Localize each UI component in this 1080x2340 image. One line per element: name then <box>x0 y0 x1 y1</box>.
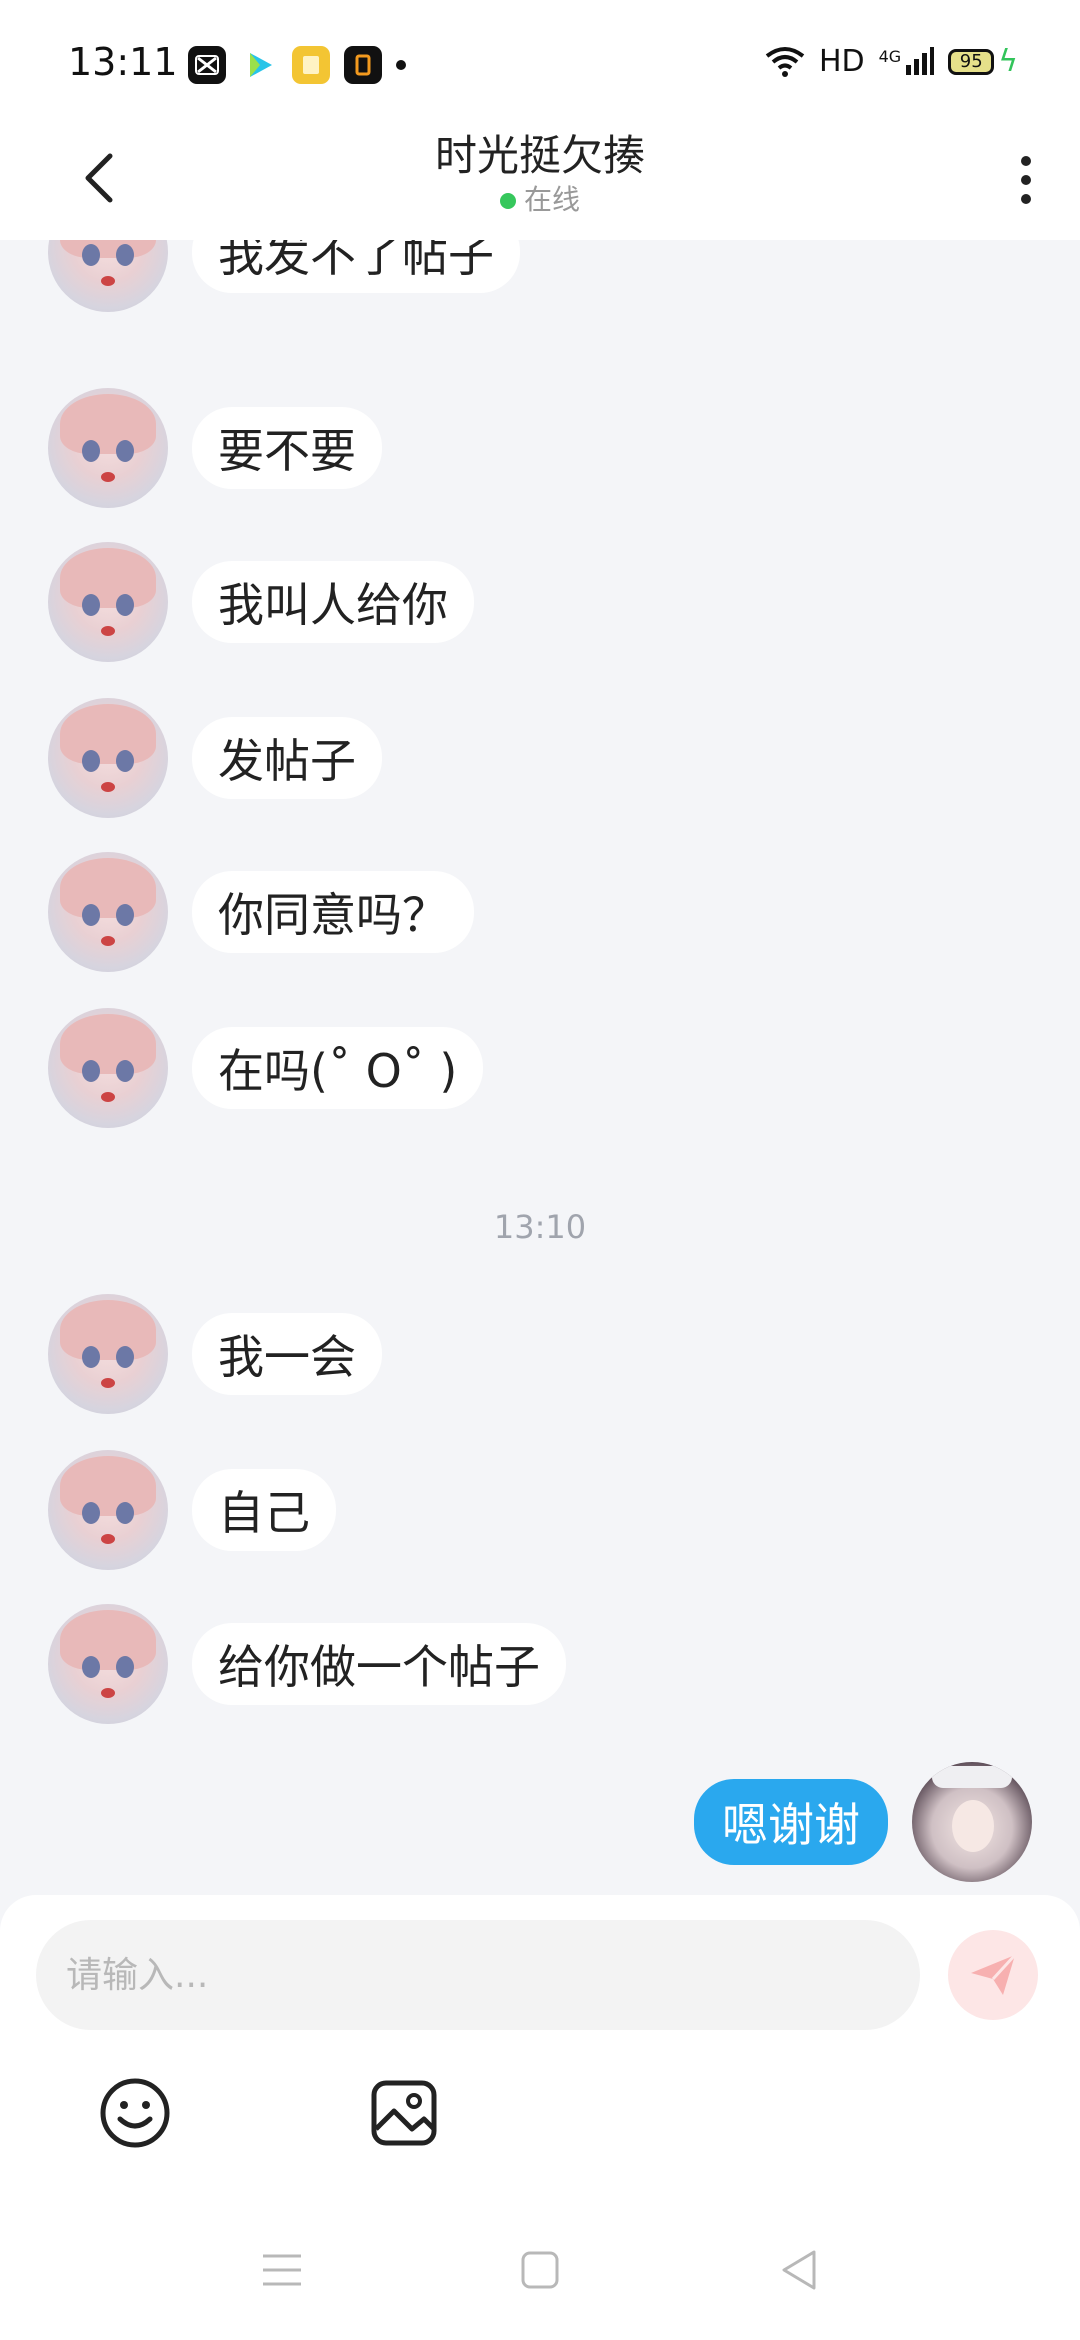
message-incoming: 你同意吗？ <box>48 852 474 972</box>
send-icon <box>971 1953 1017 1995</box>
square-icon <box>521 2251 559 2289</box>
online-dot-icon <box>499 193 516 209</box>
emoji-button[interactable] <box>95 2073 175 2153</box>
contact-avatar[interactable] <box>48 240 168 312</box>
contact-avatar[interactable] <box>48 1450 168 1570</box>
contact-avatar[interactable] <box>48 542 168 662</box>
recent-apps-button[interactable] <box>252 2240 312 2300</box>
message-bubble[interactable]: 发帖子 <box>192 717 382 799</box>
message-incoming: 在吗(˚ O˚ ) <box>48 1008 484 1128</box>
message-bubble[interactable]: 我一会 <box>192 1313 382 1395</box>
system-indicators: HD 4G 95 ϟ <box>765 44 1018 79</box>
menu-lines-icon <box>263 2254 301 2286</box>
message-incoming: 发帖子 <box>48 698 382 818</box>
message-bubble[interactable]: 我叫人给你 <box>192 561 474 643</box>
reader-app-icon <box>344 46 382 84</box>
contact-avatar[interactable] <box>48 1604 168 1724</box>
message-bubble-outgoing[interactable]: 嗯谢谢 <box>694 1779 888 1865</box>
notes-app-icon <box>292 46 330 84</box>
send-button[interactable] <box>948 1930 1038 2020</box>
message-list[interactable]: 我发不了帖子 要不要 我叫人给你 发帖子 你同意吗？ 在吗(˚ O˚ ) 13:… <box>0 240 1080 1895</box>
wifi-icon <box>765 46 805 77</box>
contact-avatar[interactable] <box>48 388 168 508</box>
triangle-back-icon <box>782 2250 816 2290</box>
more-vertical-icon-dot <box>1021 156 1031 166</box>
message-incoming: 给你做一个帖子 <box>48 1604 566 1724</box>
more-vertical-icon-dot <box>1021 194 1031 204</box>
capcut-icon <box>188 46 226 84</box>
status-bar: 13:11 HD 4G 95 ϟ <box>0 0 1080 120</box>
chat-header: 时光挺欠揍 在线 <box>0 120 1080 240</box>
home-button[interactable] <box>510 2240 570 2300</box>
back-nav-button[interactable] <box>768 2240 828 2300</box>
message-bubble[interactable]: 我发不了帖子 <box>192 240 520 293</box>
message-bubble[interactable]: 给你做一个帖子 <box>192 1623 566 1705</box>
message-incoming: 我一会 <box>48 1294 382 1414</box>
contact-avatar[interactable] <box>48 1008 168 1128</box>
my-avatar[interactable] <box>912 1762 1032 1882</box>
status-time: 13:11 <box>68 40 178 84</box>
more-options-button[interactable] <box>996 140 1056 220</box>
message-timestamp: 13:10 <box>493 1208 587 1246</box>
more-dot-icon <box>396 60 406 70</box>
battery-level: 95 <box>948 48 995 75</box>
contact-avatar[interactable] <box>48 1294 168 1414</box>
message-incoming: 要不要 <box>48 388 382 508</box>
charging-icon: ϟ <box>998 44 1018 79</box>
online-status-label: 在线 <box>523 183 580 216</box>
message-outgoing: 嗯谢谢 <box>694 1762 1032 1882</box>
image-button[interactable] <box>364 2073 444 2153</box>
battery-icon: 95 ϟ <box>948 44 1018 79</box>
video-app-icon <box>240 46 278 84</box>
message-incoming: 自己 <box>48 1450 336 1570</box>
message-bubble[interactable]: 在吗(˚ O˚ ) <box>192 1027 484 1109</box>
message-incoming: 我发不了帖子 <box>48 240 520 312</box>
signal-type-label: 4G <box>878 46 902 66</box>
notification-icons <box>188 46 406 84</box>
network-hd-label: HD <box>818 44 865 79</box>
chat-title: 时光挺欠揍 <box>434 131 645 180</box>
online-status: 在线 <box>0 178 1080 218</box>
signal-icon: 4G <box>878 46 935 77</box>
system-navigation-bar <box>0 2230 1080 2310</box>
smiley-icon <box>100 2078 170 2148</box>
message-bubble[interactable]: 要不要 <box>192 407 382 489</box>
more-vertical-icon-dot <box>1021 175 1031 185</box>
message-incoming: 我叫人给你 <box>48 542 474 662</box>
message-bubble[interactable]: 自己 <box>192 1469 336 1551</box>
contact-avatar[interactable] <box>48 852 168 972</box>
image-icon <box>371 2080 437 2146</box>
message-bubble[interactable]: 你同意吗？ <box>192 871 474 953</box>
contact-avatar[interactable] <box>48 698 168 818</box>
message-input[interactable] <box>36 1920 920 2030</box>
